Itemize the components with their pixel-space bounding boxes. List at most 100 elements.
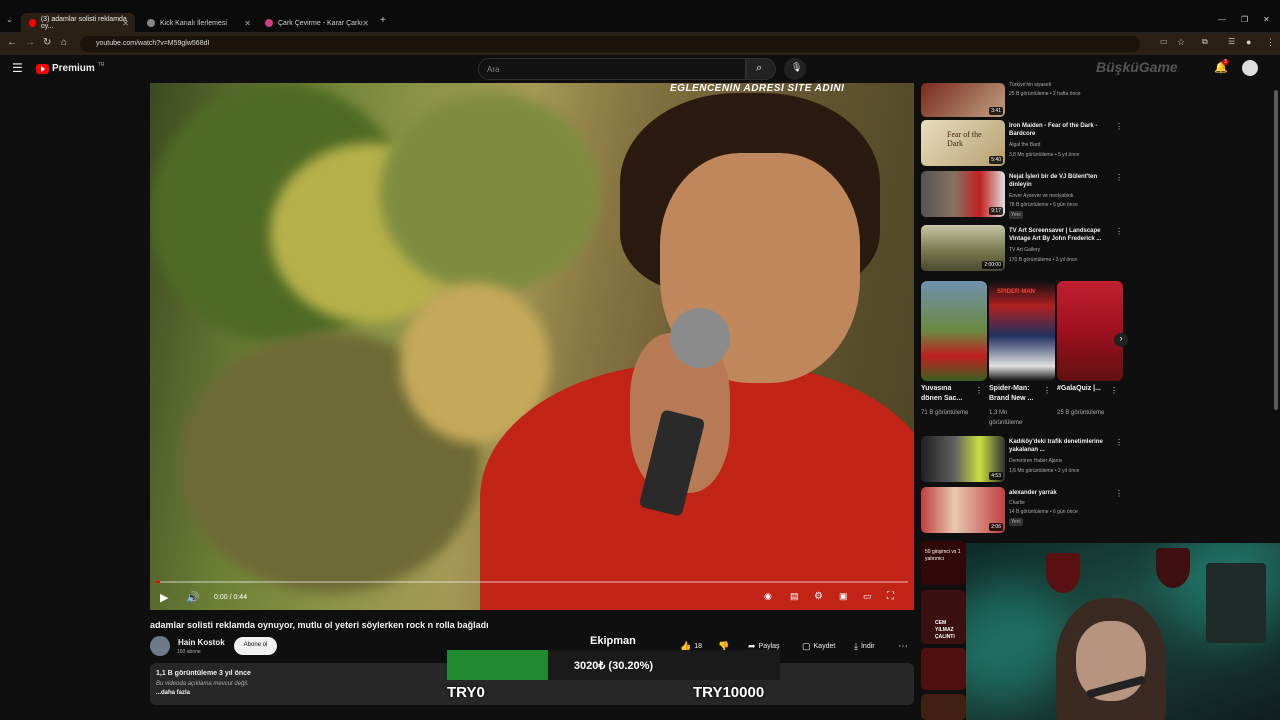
short-title[interactable]: Spider-Man: Brand New ... (989, 384, 1041, 404)
rec-menu-icon[interactable]: ⋮ (1115, 438, 1123, 447)
recommendation-item[interactable]: 3:41 Türkiye'nin siyaseti 25 B görüntüle… (921, 82, 1121, 117)
video-thumbnail: 9:17 (921, 171, 1005, 217)
search-input[interactable]: Ara (478, 58, 746, 80)
short-menu-icon[interactable]: ⋮ (975, 386, 983, 395)
account-avatar[interactable] (1242, 60, 1258, 76)
page-scrollbar[interactable] (1274, 90, 1278, 410)
tab-label: Kick Kanalı İlerlemesi (160, 19, 227, 27)
tab-label: (3) adamlar solisti reklamda oy... (40, 16, 127, 30)
rec-channel: Türkiye'nin siyaseti (1009, 82, 1052, 88)
fullscreen-icon[interactable]: ⛶ (887, 591, 894, 602)
save-button[interactable]: ▢ Kaydet (802, 638, 835, 654)
duration-badge: 2:00:00 (982, 261, 1003, 269)
channel-subscriber-count: 160 abone (177, 649, 201, 655)
video-thumbnail[interactable] (921, 694, 966, 720)
new-badge: Yeni (1009, 211, 1023, 219)
video-thumbnail[interactable] (921, 648, 966, 690)
miniplayer-icon[interactable]: ▣ (839, 591, 848, 602)
duration-badge: 3:41 (989, 107, 1003, 115)
channel-avatar[interactable] (150, 636, 170, 656)
short-title[interactable]: #GalaQuiz |... (1057, 384, 1109, 394)
globe-favicon-icon (147, 19, 155, 27)
tab-close-icon[interactable]: ✕ (244, 19, 251, 28)
settings-gear-icon[interactable]: ⚙ (814, 591, 823, 602)
duration-badge: 2:06 (989, 523, 1003, 531)
rec-channel: TV Art Gallery (1009, 247, 1041, 253)
bookmark-star-icon[interactable]: ☆ (1177, 37, 1185, 48)
short-views: 25 B görüntüleme (1057, 410, 1105, 416)
play-icon[interactable]: ▶ (160, 591, 168, 604)
more-actions-icon[interactable]: ⋯ (898, 638, 908, 654)
tab-label: Çark Çevirme - Karar Çarkı (278, 19, 363, 27)
recommendation-item[interactable]: 4:53 Kadıköy'deki trafik denetimlerine y… (921, 436, 1123, 482)
short-menu-icon[interactable]: ⋮ (1110, 386, 1118, 395)
video-player[interactable]: EĞLENCENİN ADRESİ SİTE ADINI ▶ 🔊 0:00 / … (150, 83, 914, 610)
tab-list-icon[interactable]: ⌄ (6, 15, 13, 24)
show-more-link[interactable]: ...daha fazla (156, 690, 190, 696)
download-button[interactable]: ⤓ İndir (854, 638, 875, 654)
rec-menu-icon[interactable]: ⋮ (1115, 227, 1123, 236)
rec-meta: 25 B görüntüleme • 2 hafta önce (1009, 91, 1081, 97)
notification-count-badge: 3 (1222, 59, 1229, 65)
recommendation-item[interactable]: 9:17 Nejat İşleri bir de VJ Bülent'ten d… (921, 171, 1123, 219)
rec-channel: Algal the Bard (1009, 142, 1041, 148)
cast-icon[interactable]: ▭ (863, 591, 872, 602)
tab-close-icon[interactable]: ✕ (362, 19, 369, 28)
url-field[interactable]: youtube.com/watch?v=M59glw568dI (80, 36, 1140, 52)
home-icon[interactable]: ⌂ (61, 37, 67, 48)
youtube-logo[interactable]: Premium TR (36, 62, 104, 74)
short-menu-icon[interactable]: ⋮ (1043, 386, 1051, 395)
hamburger-menu-icon[interactable]: ☰ (12, 61, 23, 75)
minimize-icon[interactable]: — (1218, 15, 1226, 24)
video-thumbnail[interactable]: 50 girişimci vs 1 yatırımcı (921, 541, 966, 585)
rec-menu-icon[interactable]: ⋮ (1115, 122, 1123, 131)
voice-search-button[interactable]: 🎙 (784, 58, 806, 80)
recommendation-item[interactable]: 2:06 alexander yarrak Charlie 14 B görün… (921, 487, 1123, 533)
video-progress-fill (156, 581, 160, 583)
extensions-icon[interactable]: ⧉ (1202, 37, 1208, 47)
profile-icon[interactable]: ● (1246, 37, 1251, 47)
short-thumbnail[interactable]: SPIDER-MAN (989, 281, 1055, 381)
rec-title: alexander yarrak (1009, 490, 1057, 496)
search-button[interactable]: ⌕ (746, 58, 776, 80)
forward-icon[interactable]: → (25, 37, 35, 48)
logo-text: Premium (52, 63, 95, 74)
back-icon[interactable]: ← (7, 37, 17, 48)
rec-title: Nejat İşleri bir de VJ Bülent'ten dinley… (1009, 174, 1098, 188)
short-title[interactable]: Yuvasına dönen Sac... (921, 384, 973, 404)
rec-meta: 170 B görüntüleme • 3 yıl önce (1009, 257, 1078, 263)
autoplay-toggle-icon[interactable]: ◉ (764, 591, 772, 602)
new-tab-icon[interactable]: + (380, 15, 386, 26)
shorts-next-arrow-icon[interactable]: › (1114, 333, 1128, 347)
recommendation-item[interactable]: Fear of the Dark 5:40 Iron Maiden - Fear… (921, 120, 1123, 166)
goal-label: Ekipman (590, 635, 636, 647)
rec-menu-icon[interactable]: ⋮ (1115, 489, 1123, 498)
video-progress-bar[interactable] (156, 581, 908, 583)
like-count: 18 (694, 642, 703, 650)
search-icon: ⌕ (756, 62, 763, 74)
rec-channel: Demirören Haber Ajansı (1009, 458, 1063, 464)
save-label: Kaydet (813, 642, 836, 650)
subtitles-icon[interactable]: ▤ (790, 591, 799, 602)
tab-wheel[interactable]: Çark Çevirme - Karar Çarkı ✕ (257, 13, 375, 33)
maximize-icon[interactable]: ❐ (1241, 15, 1248, 24)
short-thumbnail[interactable] (1057, 281, 1123, 381)
sidebar-icon[interactable]: ☰ (1228, 37, 1235, 46)
thumbnail-text: SPIDER-MAN (997, 289, 1036, 295)
reload-icon[interactable]: ↻ (43, 37, 51, 48)
tab-close-icon[interactable]: ✕ (122, 19, 129, 28)
rec-menu-icon[interactable]: ⋮ (1115, 173, 1123, 182)
window-close-icon[interactable]: ✕ (1263, 15, 1270, 24)
tab-youtube[interactable]: (3) adamlar solisti reklamda oy... ✕ (21, 13, 135, 33)
tab-kick[interactable]: Kick Kanalı İlerlemesi ✕ (139, 13, 257, 33)
cast-icon[interactable]: ▭ (1160, 37, 1168, 46)
video-thumbnail[interactable]: CEM YILMAZ ÇALINTI (921, 590, 966, 644)
short-thumbnail[interactable] (921, 281, 987, 381)
recommendation-item[interactable]: 2:00:00 TV Art Screensaver | Landscape V… (921, 225, 1123, 271)
channel-name[interactable]: Hain Kostok (178, 638, 225, 647)
volume-icon[interactable]: 🔊 (186, 591, 200, 604)
streamer-brand-overlay: BüşküGame (1096, 59, 1178, 75)
wheel-favicon-icon (265, 19, 273, 27)
subscribe-button[interactable]: Abone ol (234, 637, 277, 655)
menu-kebab-icon[interactable]: ⋮ (1266, 37, 1275, 48)
